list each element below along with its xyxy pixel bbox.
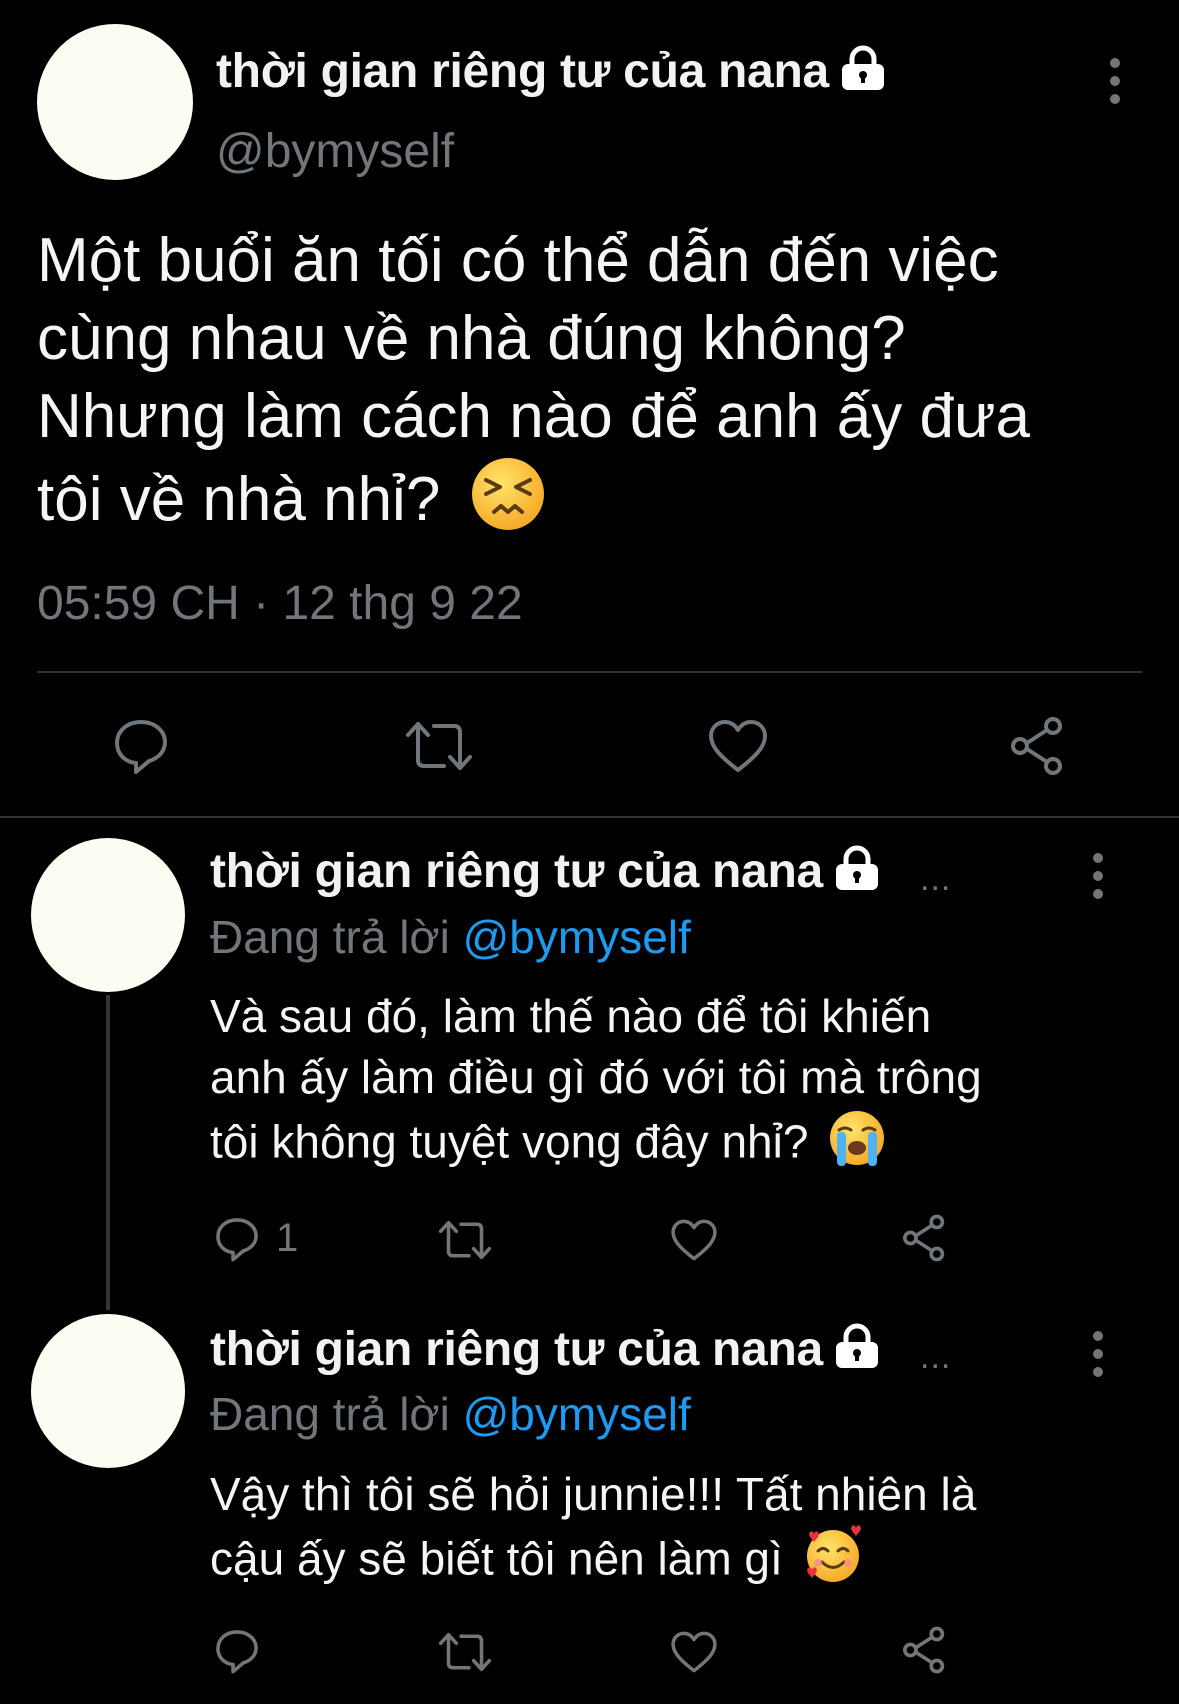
lock-icon: [839, 45, 887, 103]
avatar[interactable]: [31, 1314, 185, 1468]
reply-icon[interactable]: [214, 1628, 260, 1674]
share-icon[interactable]: [900, 1214, 948, 1262]
tweet-text-line: cùng nhau về nhà đúng không?: [37, 304, 906, 373]
mention-link[interactable]: @bymyself: [463, 1388, 691, 1440]
tweet-text-line: Và sau đó, làm thế nào để tôi khiến: [210, 990, 932, 1042]
display-name[interactable]: thời gian riêng tư của nana: [210, 844, 881, 903]
thread-line: [106, 995, 110, 1310]
divider: [0, 816, 1179, 818]
share-icon[interactable]: [1007, 716, 1067, 776]
timestamp[interactable]: 05:59 CH · 12 thg 9 22: [37, 576, 523, 631]
tweet-text-line: cậu ấy sẽ biết tôi nên làm gì: [210, 1532, 783, 1585]
tweet-text: Vậy thì tôi sẽ hỏi junnie!!! Tất nhiên l…: [210, 1464, 1170, 1600]
more-options-icon[interactable]: [1109, 58, 1121, 112]
like-icon[interactable]: [670, 1218, 718, 1262]
tweet-text-line: Vậy thì tôi sẽ hỏi junnie!!! Tất nhiên l…: [210, 1468, 977, 1520]
tweet-text-line: anh ấy làm điều gì đó với tôi mà trông: [210, 1051, 982, 1103]
reply-icon[interactable]: [112, 717, 170, 775]
confounded-face-icon: [470, 456, 546, 551]
mention-link[interactable]: @bymyself: [463, 911, 691, 963]
divider: [37, 671, 1142, 673]
retweet-icon[interactable]: [404, 718, 474, 774]
reply-icon[interactable]: [214, 1216, 260, 1262]
handle[interactable]: @bymyself: [216, 124, 454, 179]
display-name[interactable]: thời gian riêng tư của nana: [216, 44, 887, 103]
more-options-icon[interactable]: [1092, 853, 1104, 907]
smiling-face-with-hearts-icon: [802, 1525, 864, 1600]
replying-to: Đang trả lời @bymyself: [210, 1387, 691, 1441]
avatar[interactable]: [37, 24, 193, 180]
tweet-text-line: tôi về nhà nhỉ?: [37, 464, 441, 534]
replying-label: Đang trả lời: [210, 1388, 450, 1440]
replying-label: Đang trả lời: [210, 911, 450, 963]
more-options-icon[interactable]: [1092, 1331, 1104, 1385]
reply-count: 1: [276, 1216, 299, 1260]
retweet-icon[interactable]: [437, 1630, 493, 1674]
loudly-crying-face-icon: [827, 1108, 887, 1183]
tweet-text-line: Nhưng làm cách nào để anh ấy đưa: [37, 382, 1030, 451]
retweet-icon[interactable]: [437, 1218, 493, 1262]
ellipsis: ...: [920, 860, 952, 898]
tweet-text: Một buổi ăn tối có thể dẫn đến việc cùng…: [37, 222, 1157, 551]
like-icon[interactable]: [707, 718, 769, 774]
display-name[interactable]: thời gian riêng tư của nana: [210, 1322, 881, 1381]
tweet-text-line: tôi không tuyệt vọng đây nhỉ?: [210, 1115, 809, 1168]
display-name-text: thời gian riêng tư của nana: [210, 1323, 823, 1376]
like-icon[interactable]: [670, 1630, 718, 1674]
share-icon[interactable]: [900, 1626, 948, 1674]
display-name-text: thời gian riêng tư của nana: [210, 845, 823, 898]
tweet-text: Và sau đó, làm thế nào để tôi khiến anh …: [210, 986, 1170, 1183]
lock-icon: [833, 1323, 881, 1381]
lock-icon: [833, 845, 881, 903]
tweet-text-line: Một buổi ăn tối có thể dẫn đến việc: [37, 226, 999, 295]
display-name-text: thời gian riêng tư của nana: [216, 45, 829, 98]
ellipsis: ...: [920, 1338, 952, 1376]
avatar[interactable]: [31, 838, 185, 992]
replying-to: Đang trả lời @bymyself: [210, 910, 691, 964]
